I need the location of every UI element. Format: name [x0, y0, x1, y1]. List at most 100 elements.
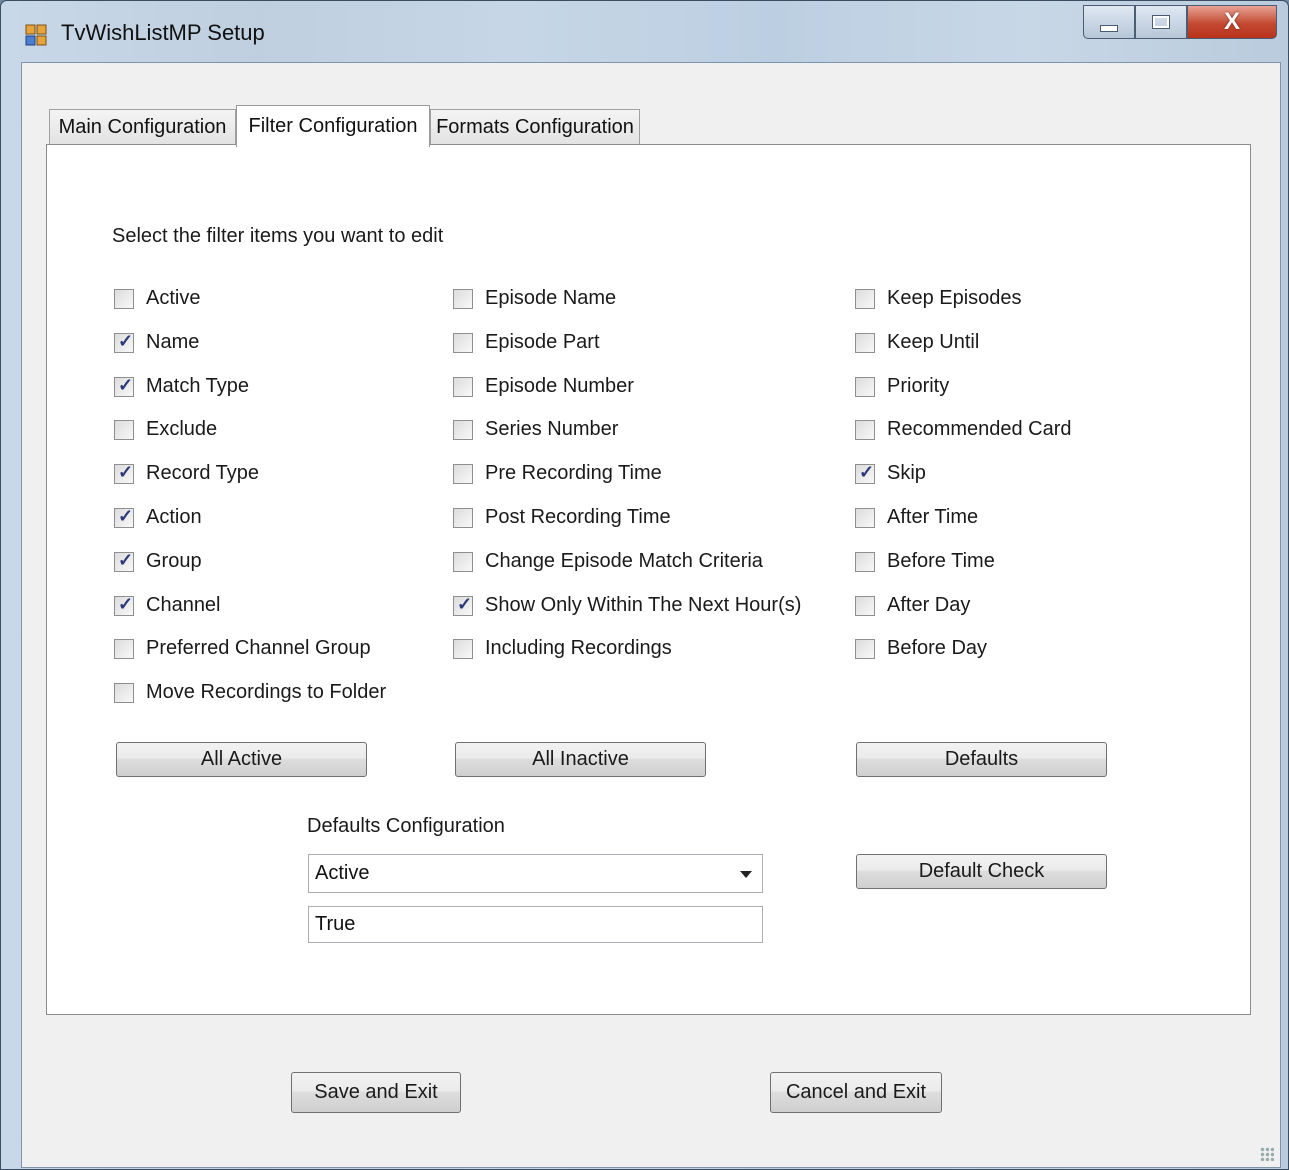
checkbox-checked-icon[interactable] [114, 506, 134, 528]
checkbox-label: Name [146, 331, 200, 353]
checkbox-checked-icon[interactable] [453, 594, 473, 616]
client-area: Main Configuration Filter Configuration … [21, 62, 1281, 1168]
tab-formats-configuration[interactable]: Formats Configuration [430, 109, 640, 145]
checkbox-unchecked-icon[interactable] [453, 419, 473, 440]
filter-instruction: Select the filter items you want to edit [112, 225, 444, 247]
checkbox-skip[interactable]: Skip [855, 462, 926, 485]
checkbox-move-recordings-to-folder[interactable]: Move Recordings to Folder [114, 681, 386, 704]
resize-grip-icon[interactable] [1260, 1147, 1274, 1161]
checkbox-unchecked-icon[interactable] [453, 551, 473, 572]
checkbox-unchecked-icon[interactable] [855, 507, 875, 528]
checkbox-episode-number[interactable]: Episode Number [453, 375, 634, 398]
checkbox-unchecked-icon[interactable] [855, 419, 875, 440]
checkbox-after-time[interactable]: After Time [855, 506, 978, 529]
checkbox-checked-icon[interactable] [855, 462, 875, 484]
default-value-text: True [315, 913, 356, 935]
checkbox-keep-episodes[interactable]: Keep Episodes [855, 287, 1022, 310]
checkbox-unchecked-icon[interactable] [855, 376, 875, 397]
checkbox-unchecked-icon[interactable] [855, 332, 875, 353]
close-icon: X [1223, 8, 1240, 35]
checkbox-record-type[interactable]: Record Type [114, 462, 259, 485]
checkbox-preferred-channel-group[interactable]: Preferred Channel Group [114, 637, 371, 660]
defaults-item-select-value: Active [315, 862, 370, 884]
checkbox-label: Before Time [887, 550, 995, 572]
window-title: TvWishListMP Setup [61, 20, 265, 45]
checkbox-including-recordings[interactable]: Including Recordings [453, 637, 672, 660]
checkbox-unchecked-icon[interactable] [453, 332, 473, 353]
title-bar[interactable]: TvWishListMP Setup X [1, 1, 1288, 63]
checkbox-unchecked-icon[interactable] [453, 638, 473, 659]
checkbox-pre-recording-time[interactable]: Pre Recording Time [453, 462, 662, 485]
defaults-button[interactable]: Defaults [856, 742, 1107, 777]
checkbox-before-time[interactable]: Before Time [855, 550, 995, 573]
checkbox-label: Action [146, 506, 202, 528]
chevron-down-icon[interactable] [740, 871, 752, 878]
default-value-input[interactable]: True [308, 906, 763, 943]
checkbox-label: Keep Episodes [887, 287, 1022, 309]
all-active-button[interactable]: All Active [116, 742, 367, 777]
checkbox-exclude[interactable]: Exclude [114, 418, 217, 441]
checkbox-channel[interactable]: Channel [114, 594, 221, 617]
minimize-button[interactable] [1083, 5, 1135, 39]
checkbox-checked-icon[interactable] [114, 331, 134, 353]
checkbox-label: Skip [887, 462, 926, 484]
checkbox-checked-icon[interactable] [114, 462, 134, 484]
cancel-and-exit-button[interactable]: Cancel and Exit [770, 1072, 942, 1113]
checkbox-before-day[interactable]: Before Day [855, 637, 987, 660]
setup-window: TvWishListMP Setup X Main Configuration … [0, 0, 1289, 1170]
tab-main-configuration[interactable]: Main Configuration [49, 109, 236, 145]
checkbox-keep-until[interactable]: Keep Until [855, 331, 979, 354]
checkbox-show-only-within-the-next-hour-s[interactable]: Show Only Within The Next Hour(s) [453, 594, 801, 617]
checkbox-series-number[interactable]: Series Number [453, 418, 618, 441]
checkbox-label: Episode Part [485, 331, 600, 353]
checkbox-episode-name[interactable]: Episode Name [453, 287, 616, 310]
checkbox-label: Keep Until [887, 331, 980, 353]
defaults-item-select[interactable]: Active [308, 854, 763, 893]
checkbox-checked-icon[interactable] [114, 594, 134, 616]
checkbox-post-recording-time[interactable]: Post Recording Time [453, 506, 671, 529]
checkbox-priority[interactable]: Priority [855, 375, 949, 398]
checkbox-name[interactable]: Name [114, 331, 199, 354]
checkbox-unchecked-icon[interactable] [453, 376, 473, 397]
checkbox-action[interactable]: Action [114, 506, 202, 529]
checkbox-label: Channel [146, 594, 221, 616]
save-and-exit-button[interactable]: Save and Exit [291, 1072, 461, 1113]
tab-filter-configuration[interactable]: Filter Configuration [236, 105, 430, 147]
checkbox-change-episode-match-criteria[interactable]: Change Episode Match Criteria [453, 550, 763, 573]
all-inactive-button[interactable]: All Inactive [455, 742, 706, 777]
checkbox-label: Episode Name [485, 287, 617, 309]
checkbox-unchecked-icon[interactable] [453, 463, 473, 484]
checkbox-unchecked-icon[interactable] [855, 595, 875, 616]
checkbox-label: Priority [887, 375, 950, 397]
checkbox-unchecked-icon[interactable] [114, 638, 134, 659]
checkbox-label: Before Day [887, 637, 988, 659]
close-button[interactable]: X [1187, 5, 1277, 39]
checkbox-unchecked-icon[interactable] [114, 682, 134, 703]
checkbox-label: After Time [887, 506, 979, 528]
maximize-button[interactable] [1135, 5, 1187, 39]
checkbox-label: Change Episode Match Criteria [485, 550, 763, 572]
checkbox-recommended-card[interactable]: Recommended Card [855, 418, 1072, 441]
checkbox-unchecked-icon[interactable] [855, 638, 875, 659]
checkbox-label: Recommended Card [887, 418, 1072, 440]
checkbox-after-day[interactable]: After Day [855, 594, 970, 617]
checkbox-label: Active [146, 287, 201, 309]
checkbox-label: Match Type [146, 375, 250, 397]
checkbox-active[interactable]: Active [114, 287, 200, 310]
default-check-button[interactable]: Default Check [856, 854, 1107, 889]
checkbox-group[interactable]: Group [114, 550, 202, 573]
checkbox-unchecked-icon[interactable] [114, 419, 134, 440]
checkbox-label: Episode Number [485, 375, 634, 397]
checkbox-checked-icon[interactable] [114, 550, 134, 572]
checkbox-unchecked-icon[interactable] [855, 288, 875, 309]
checkbox-label: Including Recordings [485, 637, 672, 659]
checkbox-unchecked-icon[interactable] [453, 288, 473, 309]
checkbox-label: Series Number [485, 418, 619, 440]
checkbox-checked-icon[interactable] [114, 375, 134, 397]
minimize-icon [1100, 24, 1118, 32]
checkbox-episode-part[interactable]: Episode Part [453, 331, 600, 354]
checkbox-unchecked-icon[interactable] [855, 551, 875, 572]
checkbox-unchecked-icon[interactable] [453, 507, 473, 528]
checkbox-match-type[interactable]: Match Type [114, 375, 249, 398]
checkbox-unchecked-icon[interactable] [114, 288, 134, 309]
